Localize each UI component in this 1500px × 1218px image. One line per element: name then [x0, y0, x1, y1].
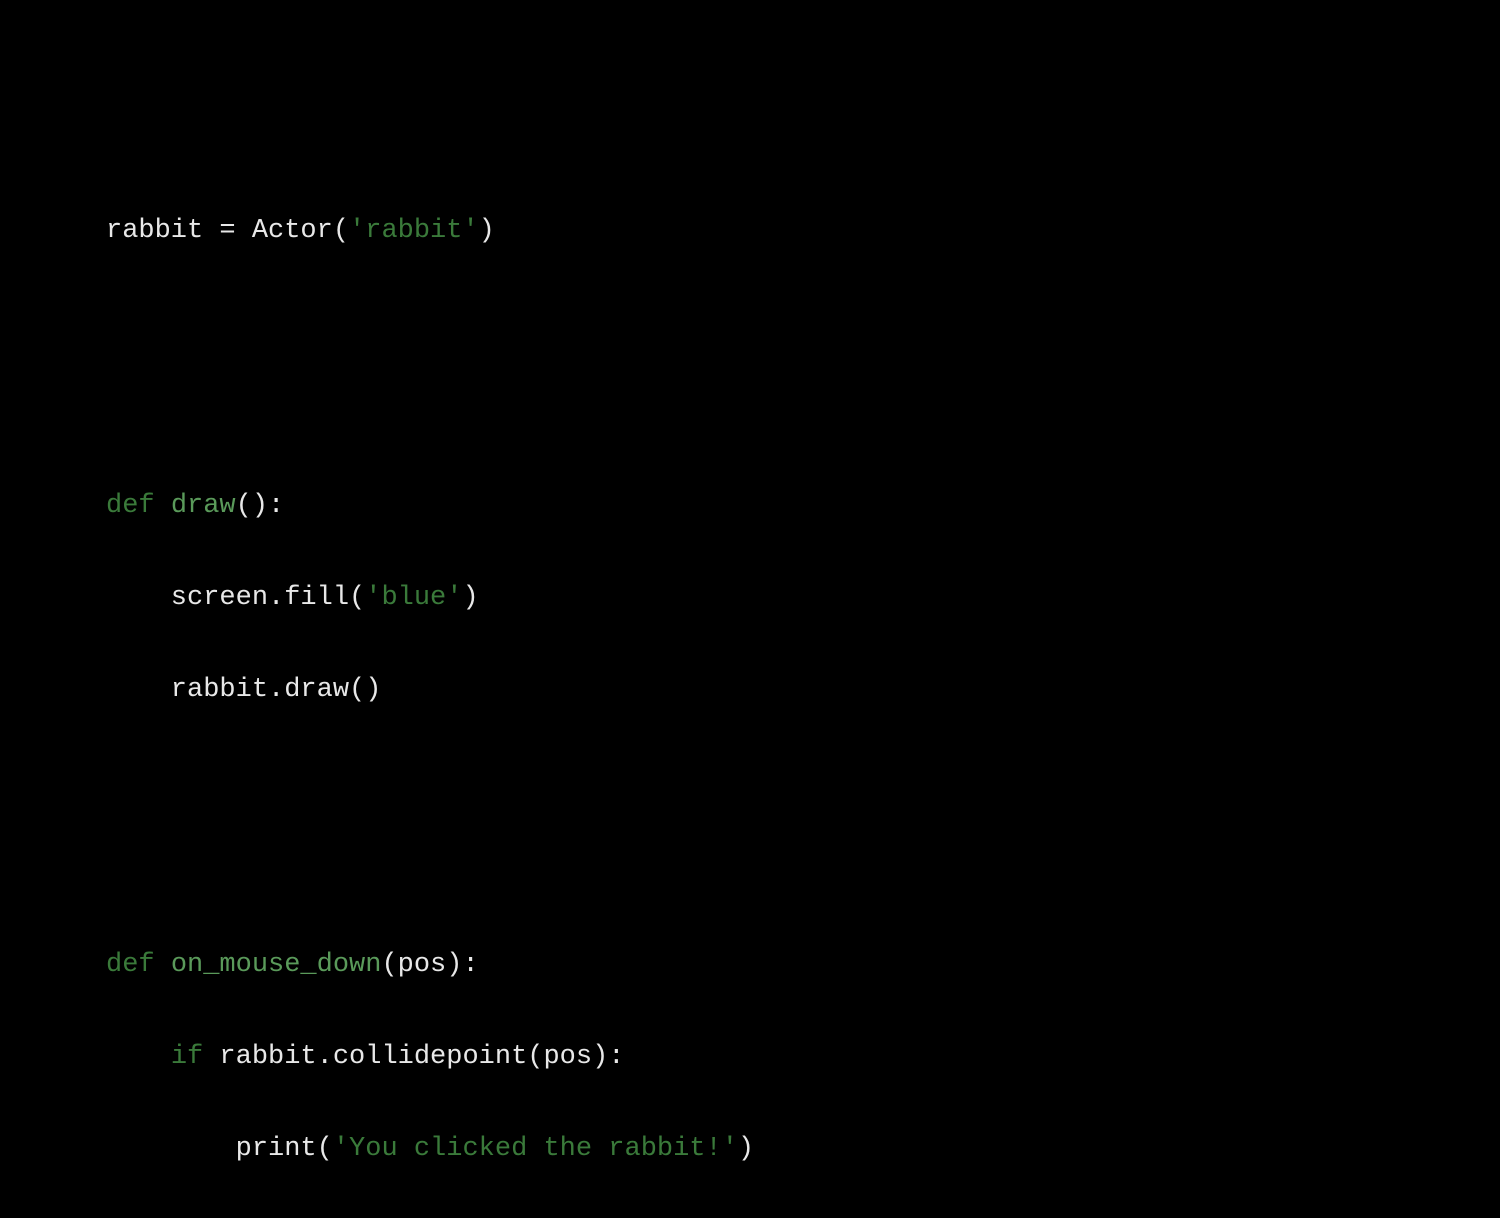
- code-text: ): [738, 1134, 754, 1164]
- code-line: if rabbit.collidepoint(pos):: [106, 1035, 1500, 1081]
- code-blank-line: [106, 851, 1500, 897]
- code-keyword: if: [171, 1042, 203, 1072]
- code-line: def on_mouse_down(pos):: [106, 943, 1500, 989]
- code-funcname: draw: [171, 491, 236, 521]
- code-line: print('You clicked the rabbit!'): [106, 1127, 1500, 1173]
- code-keyword: def: [106, 950, 155, 980]
- code-text: [155, 491, 171, 521]
- code-funcname: on_mouse_down: [171, 950, 382, 980]
- code-text: (pos):: [381, 950, 478, 980]
- code-blank-line: [106, 760, 1500, 806]
- code-text: ): [462, 583, 478, 613]
- code-string: 'rabbit': [349, 216, 479, 246]
- code-block: rabbit = Actor('rabbit') def draw(): scr…: [0, 0, 1500, 1218]
- code-keyword: def: [106, 491, 155, 521]
- code-blank-line: [106, 301, 1500, 347]
- code-text: rabbit.collidepoint(pos):: [203, 1042, 624, 1072]
- code-text: [106, 1042, 171, 1072]
- code-text: rabbit = Actor(: [106, 216, 349, 246]
- code-line: rabbit.draw(): [106, 668, 1500, 714]
- code-text: [155, 950, 171, 980]
- code-line: def draw():: [106, 484, 1500, 530]
- code-line: screen.fill('blue'): [106, 576, 1500, 622]
- code-blank-line: [106, 392, 1500, 438]
- code-string: 'blue': [365, 583, 462, 613]
- code-text: print(: [106, 1134, 333, 1164]
- code-text: screen.fill(: [106, 583, 365, 613]
- code-string: 'You clicked the rabbit!': [333, 1134, 738, 1164]
- code-text: ():: [236, 491, 285, 521]
- code-text: rabbit.draw(): [106, 675, 381, 705]
- code-line: rabbit = Actor('rabbit'): [106, 209, 1500, 255]
- code-text: ): [479, 216, 495, 246]
